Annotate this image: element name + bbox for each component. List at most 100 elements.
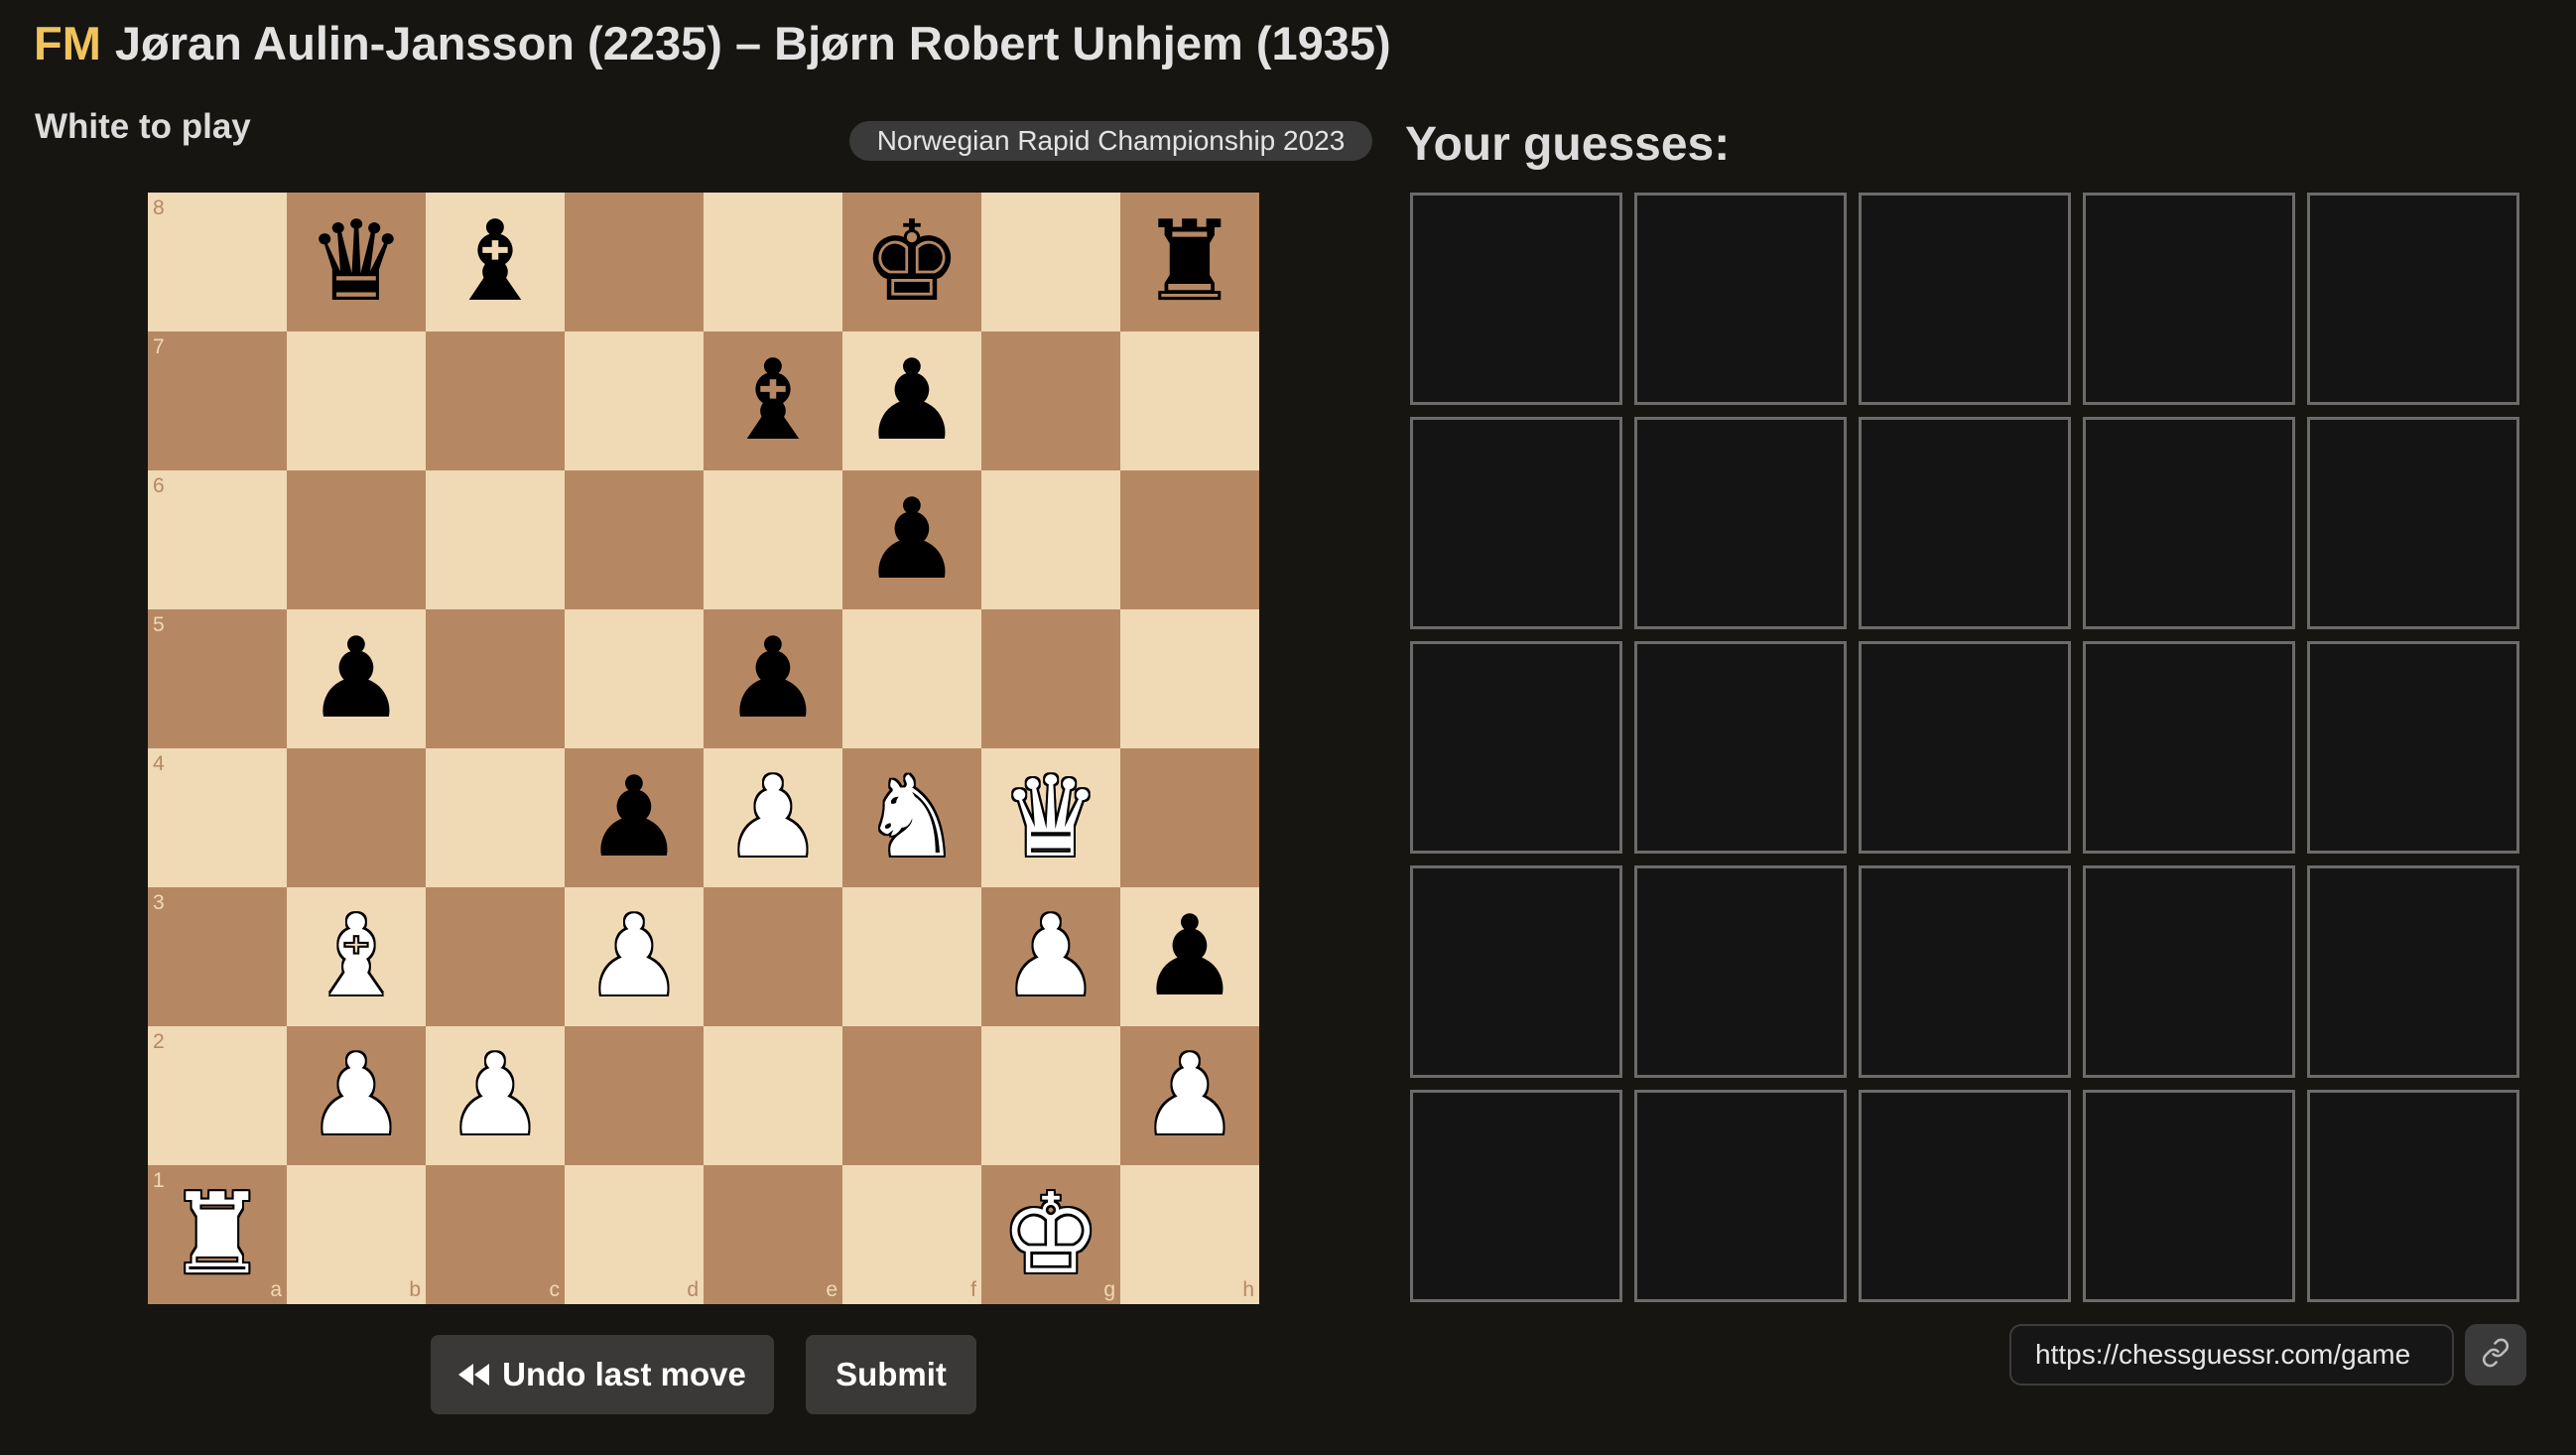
square-f6[interactable]: ♟ xyxy=(842,470,981,609)
square-b1[interactable]: b xyxy=(287,1165,426,1304)
square-d4[interactable]: ♟ xyxy=(565,748,704,887)
black-pawn-icon[interactable]: ♟ xyxy=(1120,887,1259,1026)
square-g7[interactable] xyxy=(981,331,1120,470)
chess-board[interactable]: 8 ♛ ♝ ♚ ♜ 7 ♝ ♟ 6 ♟ 5 ♟ ♟ 4 ♟ ♟ ♞ ♛ 3 ♝ ♟ ♟ ♟ 2 ♟ ♟ ♟ 1 a ♜ b c d e f g ♚ h xyxy=(148,193,1259,1304)
square-h3[interactable]: ♟ xyxy=(1120,887,1259,1026)
square-b7[interactable] xyxy=(287,331,426,470)
square-c6[interactable] xyxy=(426,470,565,609)
square-c5[interactable] xyxy=(426,609,565,748)
square-h7[interactable] xyxy=(1120,331,1259,470)
square-h1[interactable]: h xyxy=(1120,1165,1259,1304)
square-d3[interactable]: ♟ xyxy=(565,887,704,1026)
square-a7[interactable]: 7 xyxy=(148,331,287,470)
square-b4[interactable] xyxy=(287,748,426,887)
undo-button-label: Undo last move xyxy=(502,1356,746,1392)
square-b5[interactable]: ♟ xyxy=(287,609,426,748)
square-c8[interactable]: ♝ xyxy=(426,193,565,331)
square-c3[interactable] xyxy=(426,887,565,1026)
square-c4[interactable] xyxy=(426,748,565,887)
black-pawn-icon[interactable]: ♟ xyxy=(704,609,842,748)
square-f5[interactable] xyxy=(842,609,981,748)
square-f2[interactable] xyxy=(842,1026,981,1165)
square-b3[interactable]: ♝ xyxy=(287,887,426,1026)
white-pawn-icon[interactable]: ♟ xyxy=(1120,1026,1259,1165)
black-queen-icon[interactable]: ♛ xyxy=(287,193,426,331)
square-f4[interactable]: ♞ xyxy=(842,748,981,887)
square-a4[interactable]: 4 xyxy=(148,748,287,887)
square-d6[interactable] xyxy=(565,470,704,609)
black-pawn-icon[interactable]: ♟ xyxy=(287,609,426,748)
square-d5[interactable] xyxy=(565,609,704,748)
square-e7[interactable]: ♝ xyxy=(704,331,842,470)
square-e8[interactable] xyxy=(704,193,842,331)
black-king-icon[interactable]: ♚ xyxy=(842,193,981,331)
square-c7[interactable] xyxy=(426,331,565,470)
copy-link-button[interactable] xyxy=(2465,1324,2526,1386)
square-h6[interactable] xyxy=(1120,470,1259,609)
square-d7[interactable] xyxy=(565,331,704,470)
square-b8[interactable]: ♛ xyxy=(287,193,426,331)
rank-label: 5 xyxy=(153,613,165,636)
square-g5[interactable] xyxy=(981,609,1120,748)
square-g4[interactable]: ♛ xyxy=(981,748,1120,887)
file-label: f xyxy=(970,1278,976,1301)
square-e1[interactable]: e xyxy=(704,1165,842,1304)
black-bishop-icon[interactable]: ♝ xyxy=(426,193,565,331)
white-pawn-icon[interactable]: ♟ xyxy=(287,1026,426,1165)
square-e3[interactable] xyxy=(704,887,842,1026)
square-f7[interactable]: ♟ xyxy=(842,331,981,470)
square-e2[interactable] xyxy=(704,1026,842,1165)
white-bishop-icon[interactable]: ♝ xyxy=(287,887,426,1026)
guess-slot xyxy=(1859,1090,2071,1302)
square-d8[interactable] xyxy=(565,193,704,331)
white-pawn-icon[interactable]: ♟ xyxy=(981,887,1120,1026)
square-d2[interactable] xyxy=(565,1026,704,1165)
guess-slot xyxy=(2307,417,2519,629)
white-pawn-icon[interactable]: ♟ xyxy=(426,1026,565,1165)
square-a8[interactable]: 8 xyxy=(148,193,287,331)
black-rook-icon[interactable]: ♜ xyxy=(1120,193,1259,331)
square-b6[interactable] xyxy=(287,470,426,609)
black-bishop-icon[interactable]: ♝ xyxy=(704,331,842,470)
title-badge-fm: FM xyxy=(34,17,101,69)
square-d1[interactable]: d xyxy=(565,1165,704,1304)
square-f3[interactable] xyxy=(842,887,981,1026)
event-badge: Norwegian Rapid Championship 2023 xyxy=(849,121,1372,161)
white-pawn-icon[interactable]: ♟ xyxy=(565,887,704,1026)
square-a5[interactable]: 5 xyxy=(148,609,287,748)
white-queen-icon[interactable]: ♛ xyxy=(981,748,1120,887)
guesses-heading: Your guesses: xyxy=(1405,118,1731,171)
undo-button[interactable]: Undo last move xyxy=(431,1335,774,1414)
rank-label: 3 xyxy=(153,891,165,914)
submit-button[interactable]: Submit xyxy=(806,1335,976,1414)
black-pawn-icon[interactable]: ♟ xyxy=(842,331,981,470)
square-a2[interactable]: 2 xyxy=(148,1026,287,1165)
square-h5[interactable] xyxy=(1120,609,1259,748)
square-e5[interactable]: ♟ xyxy=(704,609,842,748)
white-pawn-icon[interactable]: ♟ xyxy=(704,748,842,887)
square-h2[interactable]: ♟ xyxy=(1120,1026,1259,1165)
square-c2[interactable]: ♟ xyxy=(426,1026,565,1165)
square-f8[interactable]: ♚ xyxy=(842,193,981,331)
square-g1[interactable]: g ♚ xyxy=(981,1165,1120,1304)
white-knight-icon[interactable]: ♞ xyxy=(842,748,981,887)
square-e6[interactable] xyxy=(704,470,842,609)
square-h8[interactable]: ♜ xyxy=(1120,193,1259,331)
square-h4[interactable] xyxy=(1120,748,1259,887)
white-king-icon[interactable]: ♚ xyxy=(981,1165,1120,1304)
black-pawn-icon[interactable]: ♟ xyxy=(565,748,704,887)
square-g2[interactable] xyxy=(981,1026,1120,1165)
square-a1[interactable]: 1 a ♜ xyxy=(148,1165,287,1304)
share-url-field[interactable]: https://chessguessr.com/game xyxy=(2009,1324,2454,1386)
square-b2[interactable]: ♟ xyxy=(287,1026,426,1165)
white-rook-icon[interactable]: ♜ xyxy=(148,1165,287,1304)
square-g8[interactable] xyxy=(981,193,1120,331)
square-a6[interactable]: 6 xyxy=(148,470,287,609)
square-g6[interactable] xyxy=(981,470,1120,609)
square-c1[interactable]: c xyxy=(426,1165,565,1304)
square-e4[interactable]: ♟ xyxy=(704,748,842,887)
black-pawn-icon[interactable]: ♟ xyxy=(842,470,981,609)
square-g3[interactable]: ♟ xyxy=(981,887,1120,1026)
square-f1[interactable]: f xyxy=(842,1165,981,1304)
square-a3[interactable]: 3 xyxy=(148,887,287,1026)
